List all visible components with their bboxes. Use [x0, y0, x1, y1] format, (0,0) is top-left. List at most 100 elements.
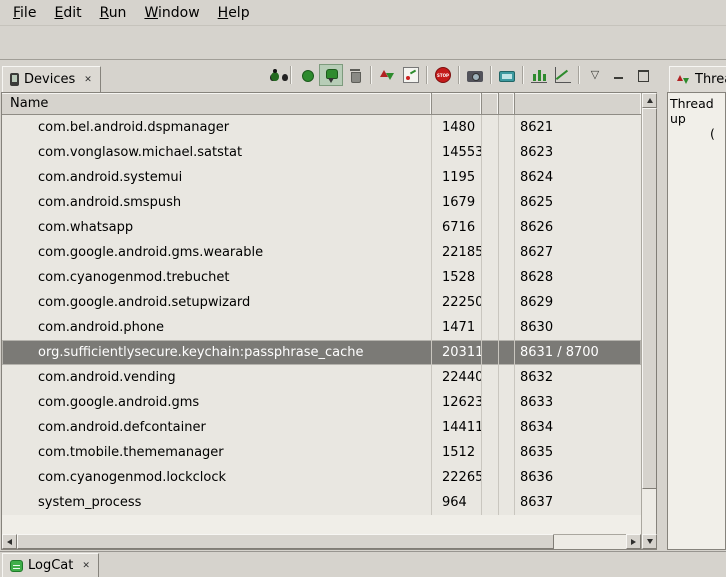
toolbar-separator	[578, 66, 580, 84]
main-toolbar	[0, 26, 726, 60]
scroll-left-button[interactable]	[2, 534, 17, 549]
tab-logcat[interactable]: LogCat ✕	[2, 553, 99, 577]
scroll-right-button[interactable]	[626, 534, 641, 549]
table-row[interactable]: com.google.android.setupwizard222508629	[2, 290, 641, 315]
pid-cell: 22250	[432, 290, 482, 315]
table-row[interactable]: com.bel.android.dspmanager14808621	[2, 115, 641, 140]
process-name-cell: com.whatsapp	[2, 215, 432, 240]
table-row[interactable]: com.cyanogenmod.lockclock222658636	[2, 465, 641, 490]
process-name-cell: com.vonglasow.michael.satstat	[2, 140, 432, 165]
vertical-scrollbar[interactable]	[641, 93, 656, 549]
maximize-button[interactable]	[631, 64, 655, 86]
menu-item-run[interactable]: Run	[91, 2, 136, 24]
menu-item-edit[interactable]: Edit	[45, 2, 90, 24]
toolbar-separator	[490, 66, 492, 84]
method-profiling-icon	[403, 67, 419, 83]
threads-tabbar: Threads	[667, 60, 726, 92]
menu-item-window[interactable]: Window	[135, 2, 208, 24]
thread-indicator-cell	[499, 165, 515, 190]
heap-indicator-cell	[482, 415, 499, 440]
thread-indicator-cell	[499, 390, 515, 415]
stop-process-button[interactable]	[431, 64, 455, 86]
update-threads-button[interactable]	[375, 64, 399, 86]
dump-hprof-button[interactable]	[319, 64, 343, 86]
vertical-scroll-thumb[interactable]	[642, 108, 657, 489]
table-row[interactable]: com.android.phone14718630	[2, 315, 641, 340]
process-name-cell: com.android.defcontainer	[2, 415, 432, 440]
tab-devices[interactable]: Devices ✕	[2, 66, 101, 92]
port-cell: 8632	[515, 365, 641, 390]
port-cell: 8635	[515, 440, 641, 465]
table-row[interactable]: com.android.smspush16798625	[2, 190, 641, 215]
pid-cell: 20311	[432, 340, 482, 365]
thread-indicator-cell	[499, 115, 515, 140]
tab-devices-label: Devices	[24, 72, 75, 87]
update-heap-button[interactable]	[295, 64, 319, 86]
menubar: FileEditRunWindowHelp	[0, 0, 726, 26]
toolbar-separator	[458, 66, 460, 84]
video-capture-button[interactable]	[495, 64, 519, 86]
heap-indicator-cell	[482, 190, 499, 215]
table-row[interactable]: com.google.android.gms.wearable221858627	[2, 240, 641, 265]
process-name-cell: com.cyanogenmod.trebuchet	[2, 265, 432, 290]
table-row[interactable]: com.cyanogenmod.trebuchet15288628	[2, 265, 641, 290]
update-heap-icon	[299, 67, 315, 83]
column-header-name: Name	[2, 93, 432, 114]
pid-cell: 964	[432, 490, 482, 515]
process-name-cell: com.google.android.gms	[2, 390, 432, 415]
logcat-tabbar: LogCat ✕	[0, 551, 726, 577]
horizontal-scrollbar[interactable]	[2, 534, 641, 549]
table-row[interactable]: com.whatsapp67168626	[2, 215, 641, 240]
heap-indicator-cell	[482, 340, 499, 365]
thread-indicator-cell	[499, 365, 515, 390]
port-cell: 8634	[515, 415, 641, 440]
tab-threads[interactable]: Threads	[669, 66, 726, 92]
cause-gc-icon	[347, 67, 363, 83]
threads-message-line2: (	[670, 126, 723, 141]
pid-cell: 14411	[432, 415, 482, 440]
pid-cell: 1480	[432, 115, 482, 140]
scroll-up-button[interactable]	[642, 93, 657, 108]
process-name-cell: com.tmobile.thememanager	[2, 440, 432, 465]
close-icon[interactable]: ✕	[81, 561, 91, 571]
table-row[interactable]: com.android.systemui11958624	[2, 165, 641, 190]
table-row[interactable]: org.sufficientlysecure.keychain:passphra…	[2, 340, 641, 365]
threads-panel: Thread up (	[667, 92, 726, 550]
table-row[interactable]: system_process9648637	[2, 490, 641, 515]
heap-indicator-cell	[482, 490, 499, 515]
view-menu-icon	[587, 67, 603, 83]
network-stats-button[interactable]	[551, 64, 575, 86]
menu-item-help[interactable]: Help	[209, 2, 259, 24]
threads-icon	[677, 73, 690, 86]
cause-gc-button[interactable]	[343, 64, 367, 86]
pid-cell: 22440	[432, 365, 482, 390]
table-row[interactable]: com.android.defcontainer14411 8634	[2, 415, 641, 440]
debug-process-button[interactable]	[263, 64, 287, 86]
pid-cell: 22265	[432, 465, 482, 490]
port-cell: 8624	[515, 165, 641, 190]
dump-hprof-icon	[323, 67, 339, 83]
table-row[interactable]: com.tmobile.thememanager1512 8635	[2, 440, 641, 465]
scroll-down-button[interactable]	[642, 534, 657, 549]
heap-updates-button[interactable]	[527, 64, 551, 86]
pid-cell: 1512	[432, 440, 482, 465]
horizontal-scroll-thumb[interactable]	[17, 534, 554, 549]
view-menu-button[interactable]	[583, 64, 607, 86]
method-profiling-button[interactable]	[399, 64, 423, 86]
pid-cell: 22185	[432, 240, 482, 265]
heap-indicator-cell	[482, 465, 499, 490]
screen-capture-button[interactable]	[463, 64, 487, 86]
maximize-icon	[635, 67, 651, 83]
port-cell: 8637	[515, 490, 641, 515]
minimize-icon	[611, 67, 627, 83]
menu-item-file[interactable]: File	[4, 2, 45, 24]
minimize-button[interactable]	[607, 64, 631, 86]
tab-logcat-label: LogCat	[28, 558, 73, 573]
screen-capture-icon	[467, 71, 483, 82]
table-row[interactable]: com.vonglasow.michael.satstat145538623	[2, 140, 641, 165]
video-capture-icon	[499, 71, 515, 82]
table-row[interactable]: com.google.android.gms126238633	[2, 390, 641, 415]
close-icon[interactable]: ✕	[83, 75, 93, 85]
table-row[interactable]: com.android.vending224408632	[2, 365, 641, 390]
port-cell: 8627	[515, 240, 641, 265]
